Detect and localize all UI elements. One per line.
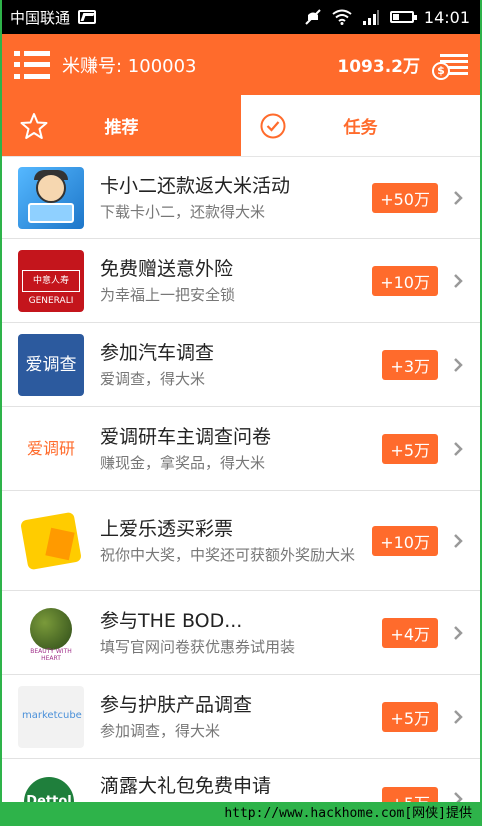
mute-icon xyxy=(305,9,321,25)
task-subtitle: 赚现金，拿奖品，得大米 xyxy=(100,453,266,472)
aidiaoyan-logo-icon: 爱调研 xyxy=(18,417,84,480)
task-item[interactable]: 爱调查 参加汽车调查 爱调查，得大米 +3万 xyxy=(2,323,480,407)
reward-badge: +5万 xyxy=(382,701,438,732)
reward-badge: +10万 xyxy=(372,525,438,556)
kaxiaoer-logo-icon xyxy=(18,166,84,229)
lottery-cube-icon xyxy=(18,509,84,572)
check-circle-icon xyxy=(260,113,286,139)
task-title: 参加汽车调查 xyxy=(100,341,215,364)
task-title: 参与THE BOD... xyxy=(100,609,243,632)
insurance-logo-icon: 中意人寿 GENERALI CHINA xyxy=(18,249,84,312)
app-header: 米赚号: 100003 1093.2万 $ xyxy=(2,34,480,95)
task-item[interactable]: 上爱乐透买彩票 祝你中大奖，中奖还可获额外奖励大米 +10万 xyxy=(2,491,480,591)
chevron-right-icon xyxy=(454,273,463,288)
coins-icon[interactable]: $ xyxy=(432,50,468,80)
signal-icon xyxy=(362,10,379,25)
reward-badge: +5万 xyxy=(382,433,438,464)
task-subtitle: 参加调查，得大米 xyxy=(100,721,221,740)
task-title: 免费赠送意外险 xyxy=(100,257,234,280)
task-item[interactable]: 爱调研 爱调研车主调查问卷 赚现金，拿奖品，得大米 +5万 xyxy=(2,407,480,491)
task-subtitle: 填写官网问卷获优惠券试用装 xyxy=(100,637,296,656)
reward-badge: +3万 xyxy=(382,349,438,380)
chevron-right-icon xyxy=(454,709,463,724)
chevron-right-icon xyxy=(454,625,463,640)
tab-recommend[interactable]: 推荐 xyxy=(2,95,241,156)
task-title: 爱调研车主调查问卷 xyxy=(100,425,272,448)
status-right: 14:01 xyxy=(304,8,470,27)
tab-bar: 推荐 任务 xyxy=(2,95,480,157)
menu-icon[interactable] xyxy=(14,50,50,79)
wifi-icon xyxy=(332,9,352,25)
task-title: 滴露大礼包免费申请 xyxy=(100,775,272,797)
battery-icon xyxy=(389,11,417,23)
chevron-right-icon xyxy=(454,357,463,372)
task-item[interactable]: BEAUTY WITH HEART 参与THE BOD... 填写官网问卷获优惠… xyxy=(2,591,480,675)
task-item[interactable]: 卡小二还款返大米活动 下载卡小二，还款得大米 +50万 xyxy=(2,157,480,239)
task-item[interactable]: marketcube 参与护肤产品调查 参加调查，得大米 +5万 xyxy=(2,675,480,759)
task-title: 参与护肤产品调查 xyxy=(100,693,253,716)
app-frame: 中国联通 14:01 米赚号: 100003 1093.2万 $ 推荐 任务 卡… xyxy=(0,0,482,826)
status-left: 中国联通 xyxy=(10,7,97,28)
status-bar: 中国联通 14:01 xyxy=(2,0,480,34)
marketcube-logo-icon: marketcube xyxy=(18,685,84,748)
task-subtitle: 为幸福上一把安全锁 xyxy=(100,285,236,304)
balance-value: 1093.2万 xyxy=(337,57,420,77)
star-icon xyxy=(20,113,48,139)
task-subtitle: 祝你中大奖，中奖还可获额外奖励大米 xyxy=(100,545,356,564)
carrier-label: 中国联通 xyxy=(10,8,71,27)
aidiaocha-logo-icon: 爱调查 xyxy=(18,333,84,396)
reward-badge: +50万 xyxy=(372,182,438,213)
globe-logo-icon: BEAUTY WITH HEART xyxy=(18,601,84,664)
image-icon xyxy=(78,10,97,24)
chevron-right-icon xyxy=(454,441,463,456)
task-list: 卡小二还款返大米活动 下载卡小二，还款得大米 +50万 中意人寿 GENERAL… xyxy=(2,157,480,826)
watermark-footer: http://www.hackhome.com[网侠]提供 xyxy=(2,802,480,826)
chevron-right-icon xyxy=(454,533,463,548)
reward-badge: +4万 xyxy=(382,617,438,648)
task-subtitle: 下载卡小二，还款得大米 xyxy=(100,202,266,221)
task-item[interactable]: 中意人寿 GENERALI CHINA 免费赠送意外险 为幸福上一把安全锁 +1… xyxy=(2,239,480,323)
clock-label: 14:01 xyxy=(423,7,470,27)
task-title: 上爱乐透买彩票 xyxy=(100,517,234,540)
account-id: 米赚号: 100003 xyxy=(62,55,197,77)
tab-tasks[interactable]: 任务 xyxy=(241,95,480,156)
task-subtitle: 爱调查，得大米 xyxy=(100,369,206,388)
task-title: 卡小二还款返大米活动 xyxy=(100,174,291,197)
reward-badge: +10万 xyxy=(372,265,438,296)
chevron-right-icon xyxy=(454,190,463,205)
